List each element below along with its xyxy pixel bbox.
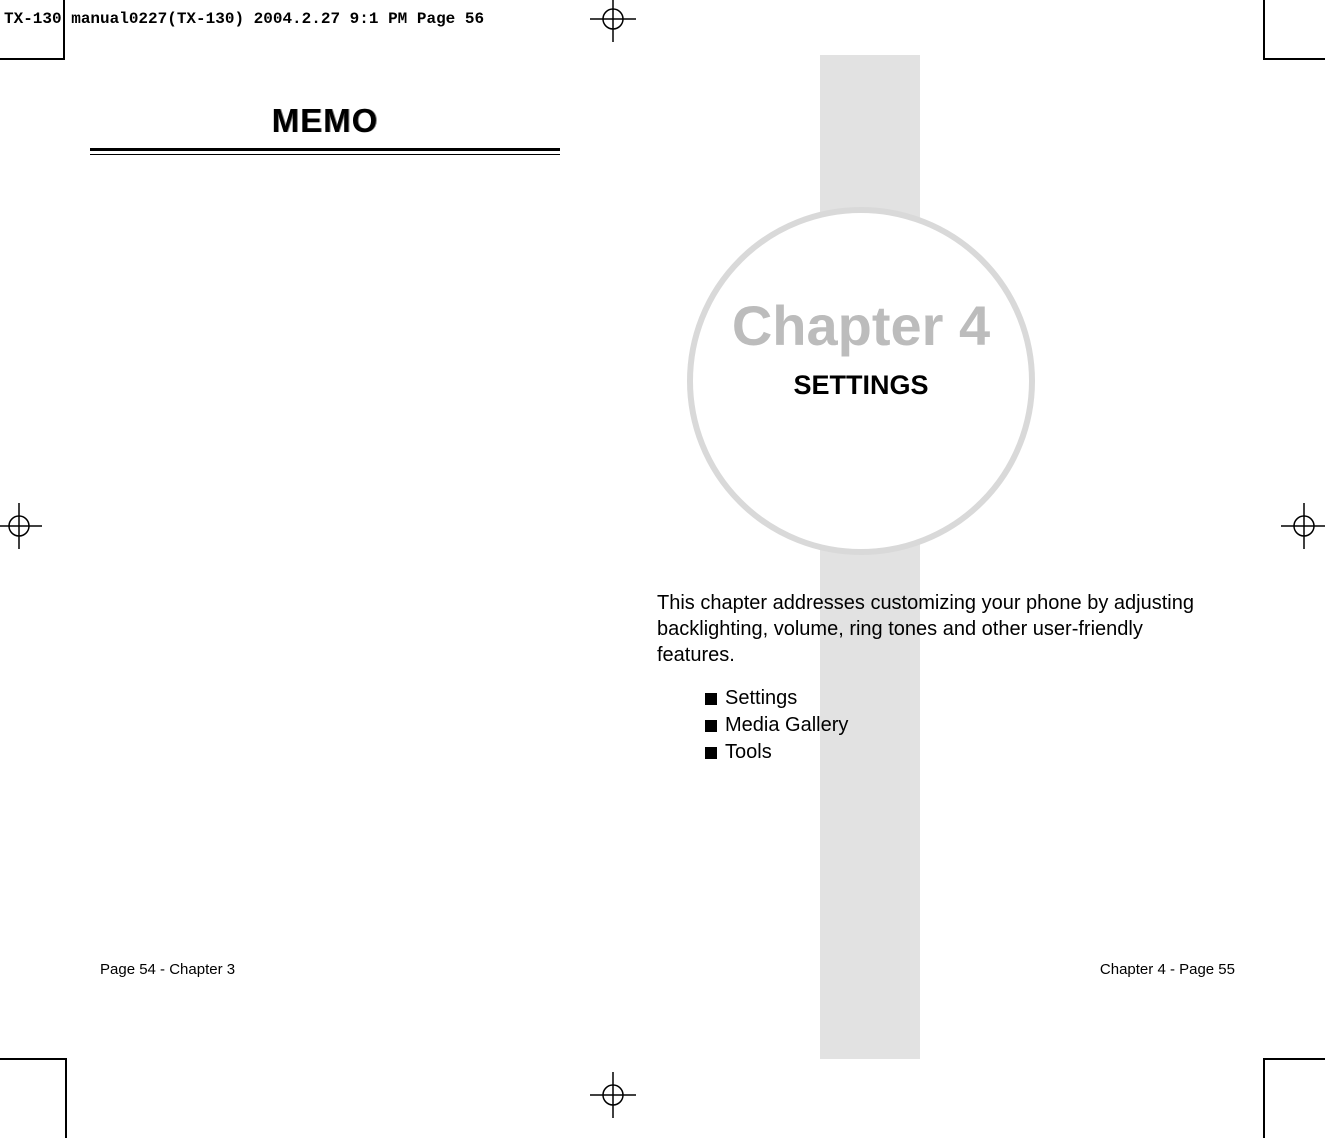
registration-mark-icon (590, 1072, 636, 1118)
crop-mark (63, 0, 65, 60)
footer-left: Page 54 - Chapter 3 (100, 961, 235, 978)
memo-title: MEMO (90, 102, 560, 148)
divider (90, 148, 560, 151)
crop-mark (1264, 58, 1325, 60)
footer-right: Chapter 4 - Page 55 (1100, 961, 1235, 978)
crop-mark (1263, 1058, 1265, 1138)
crop-mark (0, 58, 64, 60)
chapter-description: This chapter addresses customizing your … (657, 590, 1197, 668)
bullet-icon (705, 693, 717, 705)
list-item-label: Tools (725, 739, 772, 766)
registration-mark-icon (590, 0, 636, 42)
list-item: Media Gallery (705, 712, 848, 739)
registration-mark-icon (1281, 503, 1325, 549)
list-item-label: Media Gallery (725, 712, 848, 739)
bullet-icon (705, 720, 717, 732)
chapter-subtitle: SETTINGS (793, 370, 928, 401)
metadata-line: TX-130 manual0227(TX-130) 2004.2.27 9:1 … (4, 10, 484, 28)
crop-mark (0, 1058, 66, 1060)
divider (90, 154, 560, 155)
chapter-list: Settings Media Gallery Tools (705, 685, 848, 766)
bullet-icon (705, 747, 717, 759)
list-item: Settings (705, 685, 848, 712)
crop-mark (1264, 1058, 1325, 1060)
chapter-circle: Chapter 4 SETTINGS (687, 207, 1035, 555)
registration-mark-icon (0, 503, 42, 549)
memo-section: MEMO (90, 102, 560, 155)
chapter-title: Chapter 4 (732, 293, 990, 358)
list-item-label: Settings (725, 685, 797, 712)
crop-mark (1263, 0, 1265, 60)
gray-band (820, 55, 920, 1059)
crop-mark (65, 1058, 67, 1138)
list-item: Tools (705, 739, 848, 766)
